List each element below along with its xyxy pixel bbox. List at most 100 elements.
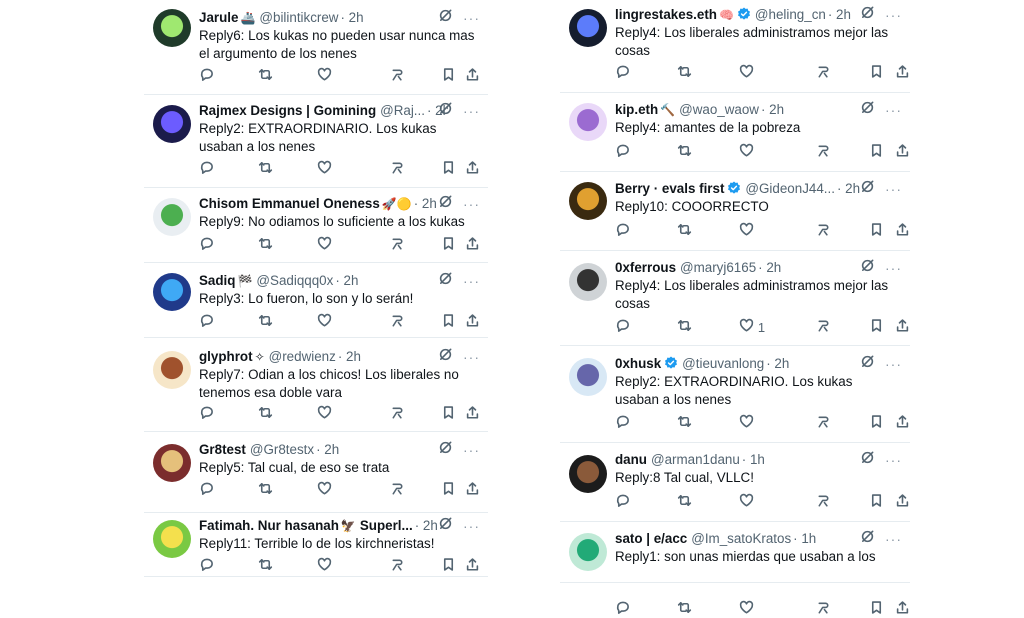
views-button[interactable] xyxy=(390,557,405,575)
retweet-button[interactable] xyxy=(677,64,692,82)
display-name[interactable]: Fatimah. Nur hasanah xyxy=(199,518,339,533)
grok-icon[interactable] xyxy=(860,529,875,549)
bookmark-button[interactable] xyxy=(869,318,884,336)
retweet-button[interactable] xyxy=(258,236,273,254)
user-handle[interactable]: @bilintikcrew xyxy=(259,10,338,25)
like-button[interactable] xyxy=(739,64,754,82)
bookmark-button[interactable] xyxy=(441,160,456,178)
reply-button[interactable] xyxy=(199,557,214,575)
share-button[interactable] xyxy=(895,493,910,511)
views-button[interactable] xyxy=(816,600,831,618)
grok-icon[interactable] xyxy=(860,450,875,470)
avatar[interactable] xyxy=(569,455,607,493)
grok-icon[interactable] xyxy=(438,8,453,28)
avatar[interactable] xyxy=(153,105,191,143)
retweet-button[interactable] xyxy=(258,67,273,85)
like-button[interactable] xyxy=(317,557,332,575)
user-handle[interactable]: @Im_satoKratos xyxy=(691,531,791,546)
views-button[interactable] xyxy=(816,414,831,432)
more-icon[interactable]: ··· xyxy=(463,196,480,212)
share-button[interactable] xyxy=(465,160,480,178)
timestamp[interactable]: · 2h xyxy=(766,356,789,371)
share-button[interactable] xyxy=(895,64,910,82)
user-handle[interactable]: @arman1danu xyxy=(651,452,740,467)
display-name[interactable]: 0xhusk xyxy=(615,356,661,371)
like-button[interactable] xyxy=(317,236,332,254)
user-handle[interactable]: @Sadiqqq0x xyxy=(256,273,333,288)
retweet-button[interactable] xyxy=(258,481,273,499)
avatar[interactable] xyxy=(569,9,607,47)
display-name[interactable]: kip.eth xyxy=(615,102,658,117)
display-name[interactable]: Gr8test xyxy=(199,442,246,457)
display-name[interactable]: 0xferrous xyxy=(615,260,676,275)
reply-button[interactable] xyxy=(615,600,630,618)
share-button[interactable] xyxy=(895,222,910,240)
bookmark-button[interactable] xyxy=(441,67,456,85)
share-button[interactable] xyxy=(465,313,480,331)
like-button[interactable] xyxy=(739,143,754,161)
like-button[interactable] xyxy=(317,481,332,499)
display-name[interactable]: Chisom Emmanuel Oneness xyxy=(199,196,380,211)
views-button[interactable] xyxy=(390,405,405,423)
avatar[interactable] xyxy=(569,182,607,220)
bookmark-button[interactable] xyxy=(869,64,884,82)
retweet-button[interactable] xyxy=(677,493,692,511)
timestamp[interactable]: · 2h xyxy=(837,181,860,196)
reply-button[interactable] xyxy=(199,405,214,423)
bookmark-button[interactable] xyxy=(869,493,884,511)
user-handle[interactable]: @wao_waow xyxy=(679,102,759,117)
avatar[interactable] xyxy=(569,533,607,571)
like-button[interactable] xyxy=(739,600,754,618)
more-icon[interactable]: ··· xyxy=(885,531,902,547)
reply-button[interactable] xyxy=(199,481,214,499)
timestamp[interactable]: · 2h xyxy=(316,442,339,457)
grok-icon[interactable] xyxy=(438,194,453,214)
avatar[interactable] xyxy=(569,263,607,301)
views-button[interactable] xyxy=(390,236,405,254)
like-button[interactable] xyxy=(317,313,332,331)
grok-icon[interactable] xyxy=(438,516,453,536)
like-button[interactable]: 1 xyxy=(739,318,765,336)
retweet-button[interactable] xyxy=(258,405,273,423)
user-handle[interactable]: @maryj6165 xyxy=(680,260,756,275)
views-button[interactable] xyxy=(816,143,831,161)
views-button[interactable] xyxy=(816,64,831,82)
avatar[interactable] xyxy=(153,9,191,47)
like-button[interactable] xyxy=(739,493,754,511)
more-icon[interactable]: ··· xyxy=(885,356,902,372)
grok-icon[interactable] xyxy=(860,354,875,374)
display-name[interactable]: danu xyxy=(615,452,647,467)
bookmark-button[interactable] xyxy=(869,414,884,432)
user-handle[interactable]: @redwienz xyxy=(269,349,336,364)
views-button[interactable] xyxy=(816,493,831,511)
share-button[interactable] xyxy=(895,143,910,161)
timestamp[interactable]: · 2h xyxy=(338,349,361,364)
share-button[interactable] xyxy=(465,405,480,423)
reply-button[interactable] xyxy=(615,318,630,336)
views-button[interactable] xyxy=(816,318,831,336)
avatar[interactable] xyxy=(153,444,191,482)
grok-icon[interactable] xyxy=(860,5,875,25)
more-icon[interactable]: ··· xyxy=(463,518,480,534)
reply-button[interactable] xyxy=(199,236,214,254)
reply-button[interactable] xyxy=(615,493,630,511)
share-button[interactable] xyxy=(895,318,910,336)
more-icon[interactable]: ··· xyxy=(463,273,480,289)
user-handle[interactable]: @Raj... xyxy=(380,103,425,118)
user-handle[interactable]: @GideonJ44... xyxy=(745,181,835,196)
timestamp[interactable]: · 2h xyxy=(828,7,851,22)
retweet-button[interactable] xyxy=(258,160,273,178)
display-name[interactable]: Rajmex Designs | Gomining xyxy=(199,103,376,118)
retweet-button[interactable] xyxy=(677,318,692,336)
more-icon[interactable]: ··· xyxy=(885,102,902,118)
avatar[interactable] xyxy=(569,103,607,141)
display-name[interactable]: Sadiq xyxy=(199,273,235,288)
grok-icon[interactable] xyxy=(438,347,453,367)
display-name[interactable]: lingrestakes.eth xyxy=(615,7,717,22)
more-icon[interactable]: ··· xyxy=(463,10,480,26)
grok-icon[interactable] xyxy=(860,258,875,278)
more-icon[interactable]: ··· xyxy=(885,452,902,468)
share-button[interactable] xyxy=(895,414,910,432)
bookmark-button[interactable] xyxy=(441,313,456,331)
timestamp[interactable]: · 2h xyxy=(761,102,784,117)
